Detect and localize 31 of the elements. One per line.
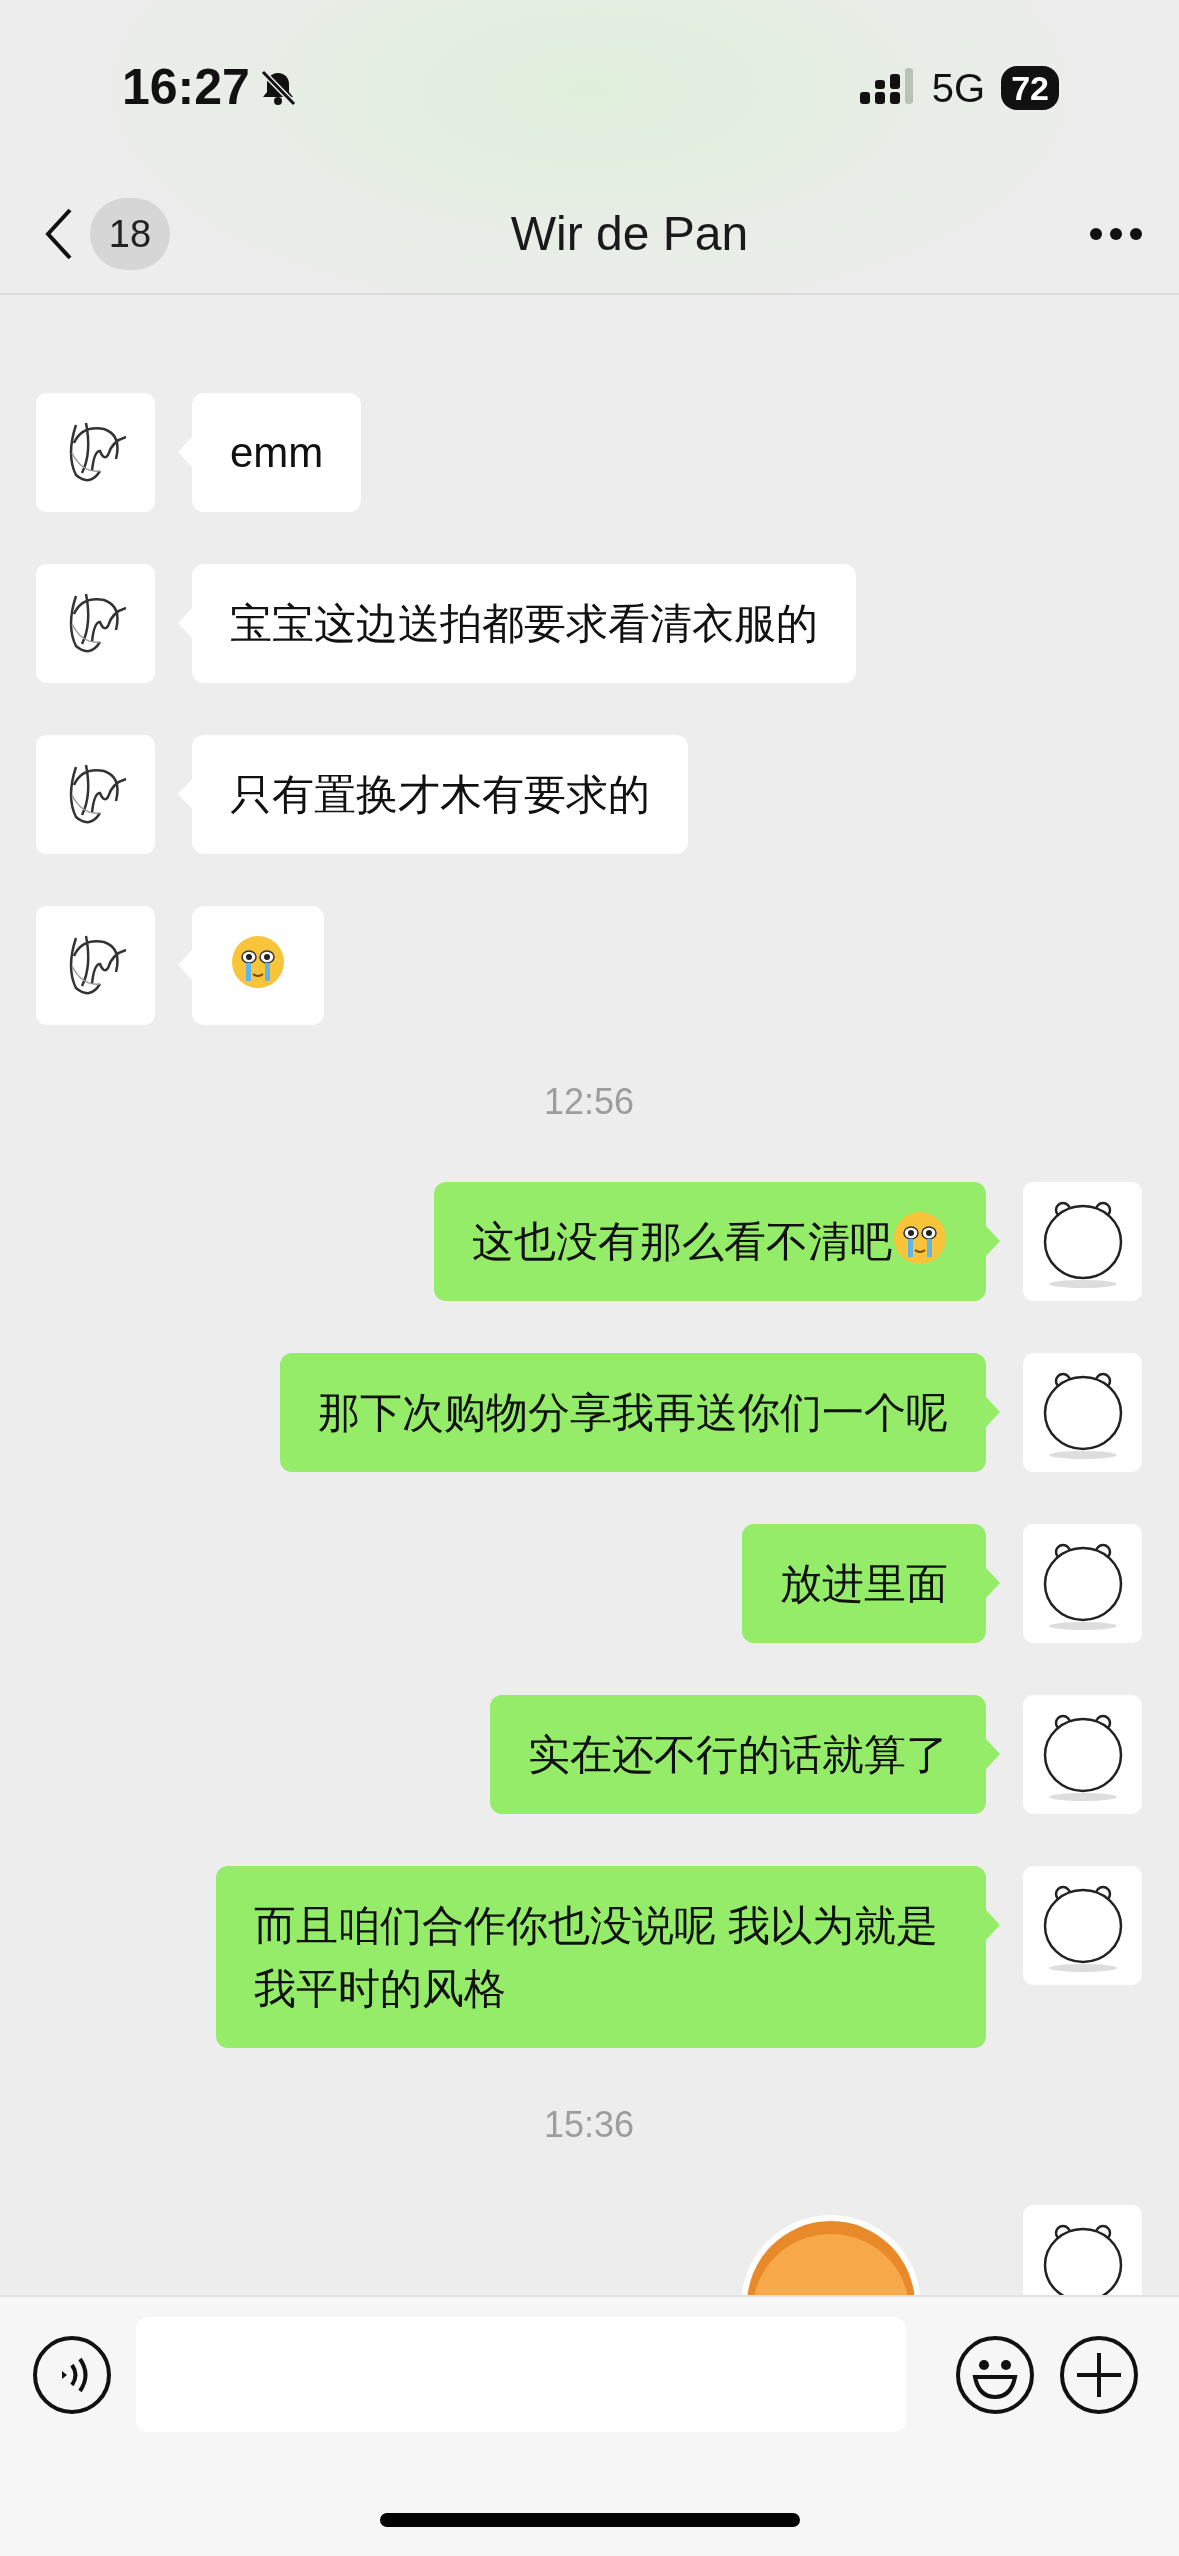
avatar[interactable] (1023, 1524, 1142, 1643)
chat-title: Wir de Pan (510, 207, 749, 260)
message-bubble: 这也没有那么看不清吧 (434, 1182, 986, 1301)
avatar[interactable] (1023, 1182, 1142, 1301)
avatar[interactable] (1023, 2205, 1142, 2295)
avatar[interactable] (1023, 1353, 1142, 1472)
network-label: 5G (931, 64, 986, 112)
avatar[interactable] (1023, 1695, 1142, 1814)
message-bubble: 放进里面 (742, 1524, 986, 1643)
message-bubble: 只有置换才木有要求的 (192, 735, 688, 854)
more-icon[interactable] (1089, 227, 1143, 241)
status-time: 16:27 (122, 58, 250, 117)
timestamp: 12:56 (543, 1081, 635, 1122)
message-bubble: 那下次购物分享我再送你们一个呢 (280, 1353, 986, 1472)
crying-emoji-icon (230, 934, 286, 990)
message-bubble: 而且咱们合作你也没说呢 我以为就是我平时的风格 (216, 1866, 986, 2048)
battery-indicator: 72 (1001, 65, 1059, 110)
avatar[interactable] (1023, 1866, 1142, 1985)
avatar[interactable] (36, 393, 155, 512)
message-bubble: 宝宝这边送拍都要求看清衣服的 (192, 564, 856, 683)
emoji-icon[interactable] (955, 2334, 1035, 2415)
back-icon[interactable] (44, 207, 74, 261)
message-bubble: emm (192, 393, 362, 512)
add-icon[interactable] (1059, 2334, 1139, 2415)
message-bubble: 实在还不行的话就算了 (490, 1695, 986, 1814)
avatar[interactable] (36, 906, 155, 1025)
timestamp: 15:36 (543, 2104, 635, 2145)
voice-icon[interactable] (32, 2334, 112, 2415)
avatar[interactable] (36, 735, 155, 854)
unread-count: 18 (90, 198, 170, 270)
avatar[interactable] (36, 564, 155, 683)
